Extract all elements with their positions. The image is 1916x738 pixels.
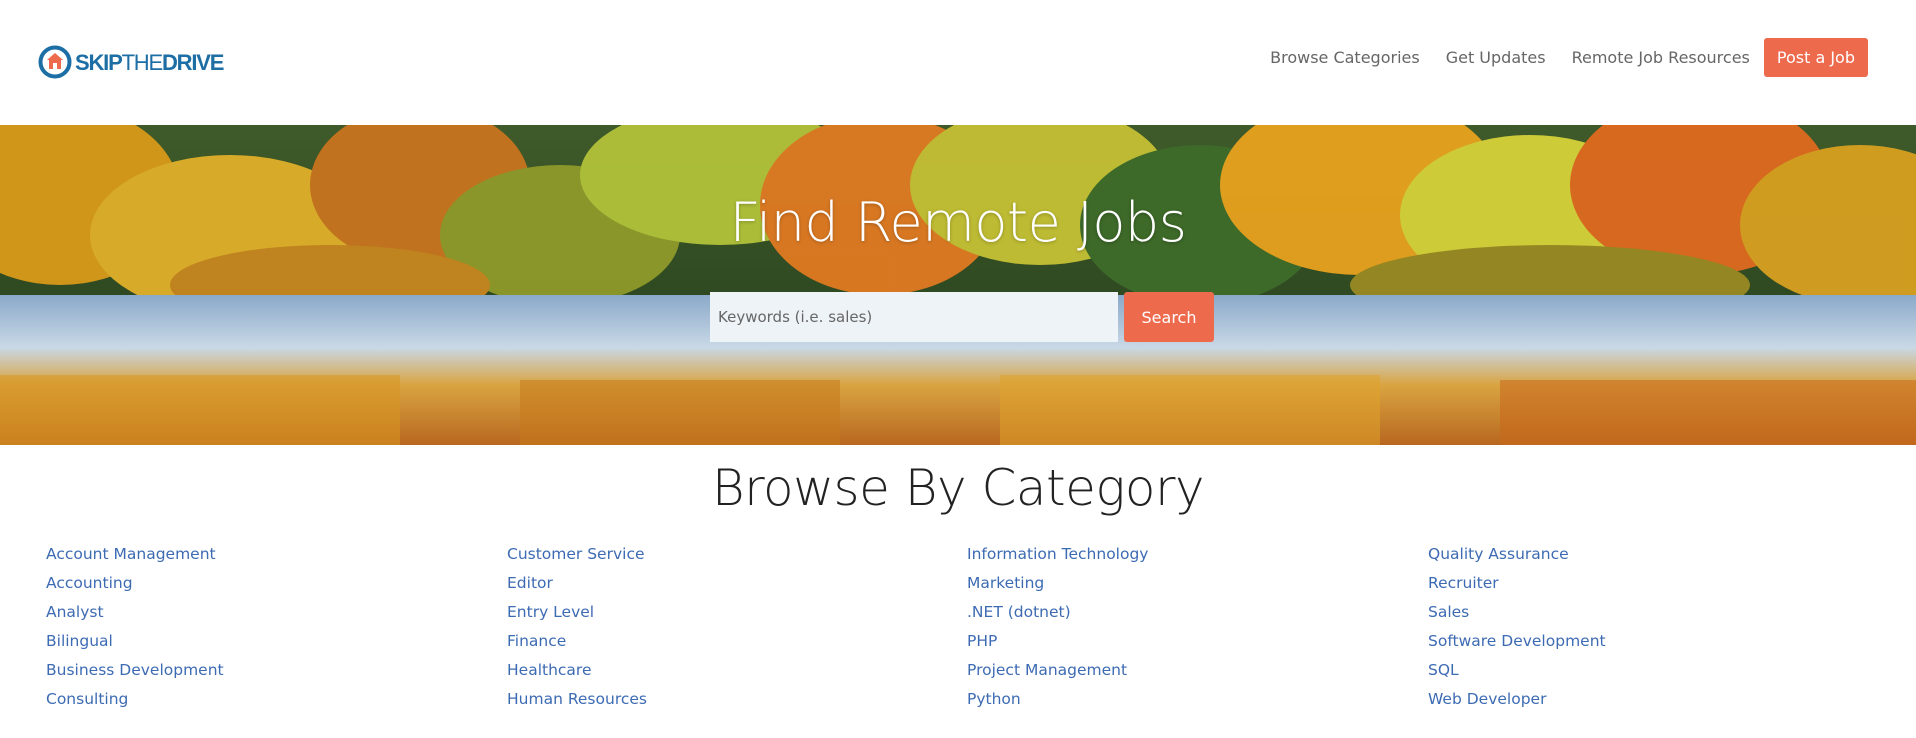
logo-text: SKIPTHEDRIVE (75, 50, 224, 75)
category-link[interactable]: .NET (dotnet) (967, 598, 1148, 627)
category-link[interactable]: Quality Assurance (1428, 540, 1606, 569)
browse-by-category-section: Browse By Category Account Management Ac… (0, 459, 1916, 708)
category-link[interactable]: Software Development (1428, 627, 1606, 656)
keywords-search-input[interactable] (710, 292, 1118, 342)
search-button[interactable]: Search (1124, 292, 1214, 342)
category-link[interactable]: Sales (1428, 598, 1606, 627)
autumn-lake-background (0, 125, 1916, 445)
nav-remote-job-resources[interactable]: Remote Job Resources (1572, 48, 1750, 67)
browse-by-category-title: Browse By Category (711, 459, 1205, 517)
category-link[interactable]: Python (967, 685, 1148, 714)
hero-title: Find Remote Jobs (729, 191, 1187, 254)
category-link[interactable]: Bilingual (46, 627, 224, 656)
category-link[interactable]: Customer Service (507, 540, 647, 569)
post-a-job-button[interactable]: Post a Job (1763, 38, 1868, 77)
category-link[interactable]: Analyst (46, 598, 224, 627)
category-link[interactable]: Account Management (46, 540, 224, 569)
category-link[interactable]: Finance (507, 627, 647, 656)
category-link[interactable]: Information Technology (967, 540, 1148, 569)
category-column-1: Account Management Accounting Analyst Bi… (46, 540, 224, 714)
category-link[interactable]: Entry Level (507, 598, 647, 627)
site-logo[interactable]: SKIPTHEDRIVE (38, 45, 224, 81)
category-link[interactable]: PHP (967, 627, 1148, 656)
hero-banner: Find Remote Jobs Search (0, 125, 1916, 445)
category-column-4: Quality Assurance Recruiter Sales Softwa… (1428, 540, 1606, 714)
search-bar: Search (710, 292, 1214, 342)
category-link[interactable]: Web Developer (1428, 685, 1606, 714)
main-nav: Browse Categories Get Updates Remote Job… (1244, 38, 1868, 77)
category-link[interactable]: Accounting (46, 569, 224, 598)
category-link[interactable]: Editor (507, 569, 647, 598)
nav-browse-categories[interactable]: Browse Categories (1270, 48, 1420, 67)
category-link[interactable]: Healthcare (507, 656, 647, 685)
category-link[interactable]: Consulting (46, 685, 224, 714)
category-column-3: Information Technology Marketing .NET (d… (967, 540, 1148, 714)
category-link[interactable]: Marketing (967, 569, 1148, 598)
category-link[interactable]: Human Resources (507, 685, 647, 714)
category-link[interactable]: Project Management (967, 656, 1148, 685)
category-column-2: Customer Service Editor Entry Level Fina… (507, 540, 647, 714)
category-link[interactable]: Recruiter (1428, 569, 1606, 598)
site-header: SKIPTHEDRIVE Browse Categories Get Updat… (0, 0, 1916, 125)
nav-get-updates[interactable]: Get Updates (1446, 48, 1546, 67)
category-link[interactable]: SQL (1428, 656, 1606, 685)
house-pin-logo-icon (38, 45, 72, 79)
category-link[interactable]: Business Development (46, 656, 224, 685)
